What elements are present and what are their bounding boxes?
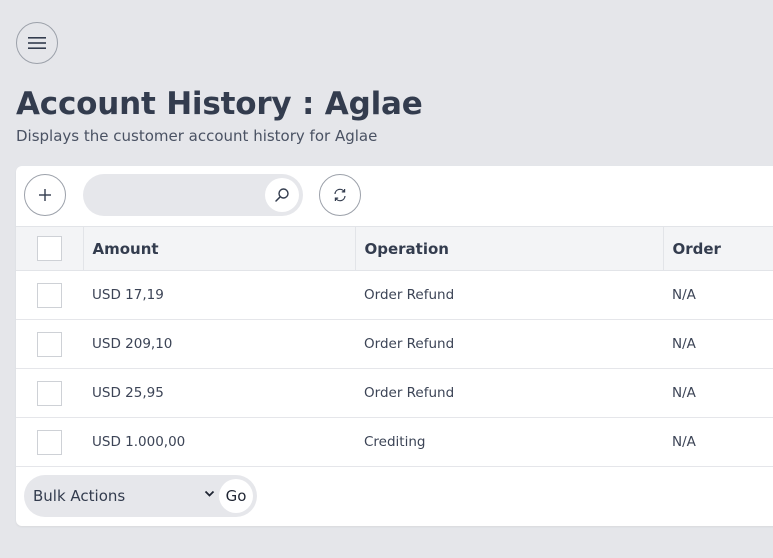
bulk-actions-select[interactable]: Bulk Actions Go [24, 475, 257, 517]
column-header-operation[interactable]: Operation [355, 226, 664, 271]
search-input[interactable] [83, 174, 263, 216]
history-card: Amount Operation Order USD 17,19 Order R… [16, 166, 773, 526]
row-select-cell [16, 369, 83, 418]
row-select-cell [16, 271, 83, 320]
column-header-order[interactable]: Order [663, 226, 773, 271]
refresh-button[interactable] [319, 174, 361, 216]
row-select-cell [16, 320, 83, 369]
table-footer: Bulk Actions Go [16, 474, 773, 526]
toolbar [16, 166, 773, 226]
table-row: USD 209,10 Order Refund N/A [16, 320, 773, 369]
page-title: Account History : Aglae [16, 86, 423, 122]
plus-icon [39, 189, 51, 201]
amount-cell: USD 1.000,00 [92, 434, 186, 450]
amount-cell: USD 25,95 [92, 385, 164, 401]
row-select-cell [16, 418, 83, 467]
search-button[interactable] [265, 178, 299, 212]
menu-button[interactable] [16, 22, 58, 64]
operation-cell: Crediting [364, 434, 426, 450]
table-header-row: Amount Operation Order [16, 226, 773, 271]
order-cell: N/A [672, 287, 696, 303]
operation-cell: Order Refund [364, 336, 455, 352]
page-subtitle: Displays the customer account history fo… [16, 127, 378, 145]
search-box [83, 174, 303, 216]
column-header-amount[interactable]: Amount [83, 226, 356, 271]
hamburger-icon [28, 37, 46, 49]
table-row: USD 25,95 Order Refund N/A [16, 369, 773, 418]
row-checkbox[interactable] [37, 429, 62, 455]
order-cell: N/A [672, 385, 696, 401]
amount-cell: USD 17,19 [92, 287, 164, 303]
select-all-checkbox[interactable] [36, 236, 62, 261]
operation-cell: Order Refund [364, 385, 455, 401]
bulk-actions-label: Bulk Actions [33, 487, 126, 505]
table-row: USD 17,19 Order Refund N/A [16, 271, 773, 320]
search-icon [275, 188, 289, 202]
add-button[interactable] [24, 174, 66, 216]
history-table: Amount Operation Order USD 17,19 Order R… [16, 226, 773, 467]
order-cell: N/A [672, 336, 696, 352]
select-all-cell [16, 226, 84, 271]
order-cell: N/A [672, 434, 696, 450]
refresh-icon [334, 188, 346, 202]
table-row: USD 1.000,00 Crediting N/A [16, 418, 773, 467]
amount-cell: USD 209,10 [92, 336, 173, 352]
operation-cell: Order Refund [364, 287, 455, 303]
row-checkbox[interactable] [37, 331, 62, 357]
go-button[interactable]: Go [219, 479, 253, 513]
chevron-down-icon [204, 490, 215, 497]
row-checkbox[interactable] [37, 380, 62, 406]
row-checkbox[interactable] [37, 282, 62, 308]
